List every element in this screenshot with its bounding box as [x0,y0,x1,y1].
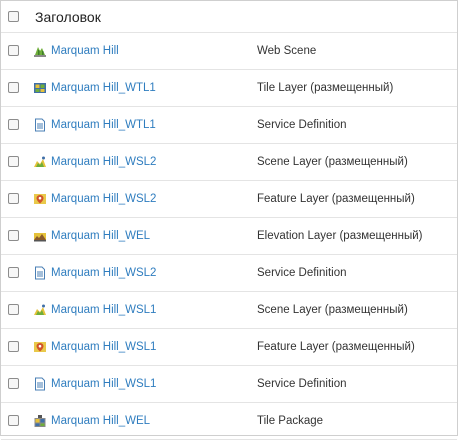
table-row: Marquam Hill_WSL2 Service Definition [1,255,457,292]
item-type: Scene Layer (размещенный) [257,304,408,316]
item-type: Scene Layer (размещенный) [257,156,408,168]
row-checkbox[interactable] [8,415,19,426]
item-title-link[interactable]: Marquam Hill [51,45,119,57]
items-table: Заголовок Marquam Hill Web Scene Marquam… [0,0,458,440]
row-checkbox[interactable] [8,304,19,315]
item-title-link[interactable]: Marquam Hill_WSL2 [51,267,156,279]
row-checkbox[interactable] [8,82,19,93]
select-all-checkbox[interactable] [8,10,19,22]
scene-layer-icon [33,303,47,317]
column-header-title[interactable]: Заголовок [35,9,101,25]
item-title-link[interactable]: Marquam Hill_WSL1 [51,304,156,316]
item-type: Tile Layer (размещенный) [257,82,394,94]
service-definition-icon [33,377,47,391]
scene-layer-icon [33,155,47,169]
tile-package-icon [33,414,47,428]
row-checkbox[interactable] [8,156,19,167]
web-scene-icon [33,44,47,58]
table-row: Marquam Hill_WSL2 Feature Layer (размеще… [1,181,457,218]
item-title-link[interactable]: Marquam Hill_WSL2 [51,193,156,205]
table-row: Marquam Hill_WSL1 Scene Layer (размещенн… [1,292,457,329]
table-row: Marquam Hill_WSL2 Scene Layer (размещенн… [1,144,457,181]
item-title-link[interactable]: Marquam Hill_WTL1 [51,119,156,131]
item-type: Feature Layer (размещенный) [257,341,415,353]
table-row: Marquam Hill_WTL1 Service Definition [1,107,457,144]
table-row: Marquam Hill_WSL1 Service Definition [1,366,457,403]
item-title-link[interactable]: Marquam Hill_WEL [51,230,150,242]
item-title-link[interactable]: Marquam Hill_WTL1 [51,82,156,94]
item-type: Feature Layer (размещенный) [257,193,415,205]
tile-layer-icon [33,81,47,95]
row-checkbox[interactable] [8,378,19,389]
elevation-layer-icon [33,229,47,243]
service-definition-icon [33,266,47,280]
table-row: Marquam Hill_WEL Tile Package [1,403,457,440]
row-checkbox[interactable] [8,341,19,352]
item-type: Service Definition [257,267,347,279]
item-title-link[interactable]: Marquam Hill_WEL [51,415,150,427]
table-row: Marquam Hill_WSL1 Feature Layer (размеще… [1,329,457,366]
feature-layer-icon [33,340,47,354]
item-type: Elevation Layer (размещенный) [257,230,423,242]
item-type: Service Definition [257,119,347,131]
row-checkbox[interactable] [8,267,19,278]
item-title-link[interactable]: Marquam Hill_WSL2 [51,156,156,168]
item-title-link[interactable]: Marquam Hill_WSL1 [51,341,156,353]
item-title-link[interactable]: Marquam Hill_WSL1 [51,378,156,390]
service-definition-icon [33,118,47,132]
table-row: Marquam Hill_WTL1 Tile Layer (размещенны… [1,70,457,107]
item-type: Web Scene [257,45,317,57]
table-row: Marquam Hill_WEL Elevation Layer (размещ… [1,218,457,255]
row-checkbox[interactable] [8,119,19,130]
feature-layer-icon [33,192,47,206]
table-header: Заголовок [1,1,457,33]
row-checkbox[interactable] [8,45,19,56]
item-type: Service Definition [257,378,347,390]
row-checkbox[interactable] [8,230,19,241]
table-row: Marquam Hill Web Scene [1,33,457,70]
item-type: Tile Package [257,415,324,427]
row-checkbox[interactable] [8,193,19,204]
